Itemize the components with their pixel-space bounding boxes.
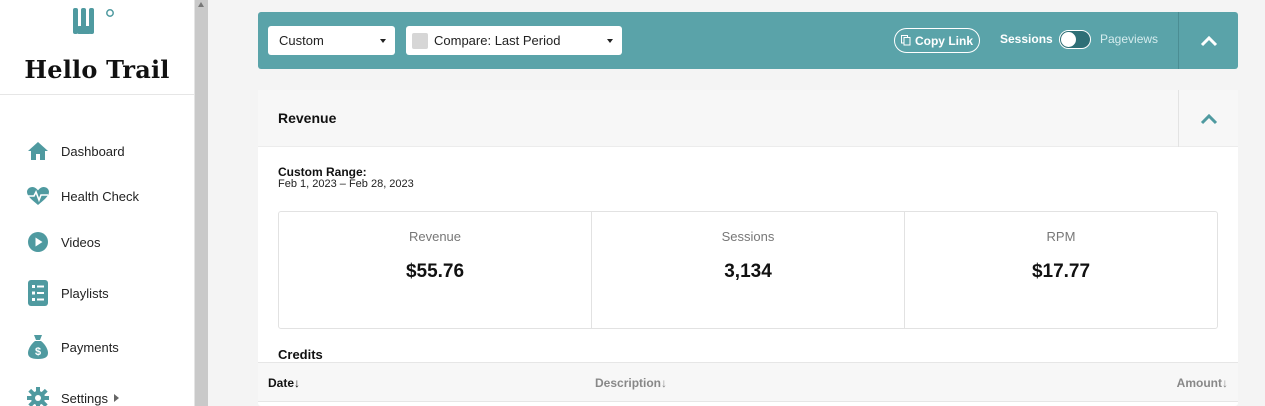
revenue-panel: Revenue Custom Range: Feb 1, 2023 – Feb …	[258, 90, 1238, 406]
stat-value: 3,134	[724, 261, 772, 282]
toggle-label-sessions: Sessions	[1000, 32, 1053, 46]
scroll-up-icon[interactable]	[198, 2, 204, 7]
caret-right-icon	[113, 394, 119, 402]
compare-color-swatch	[412, 32, 428, 49]
range-label: Custom Range:	[278, 165, 367, 179]
toggle-label-pageviews: Pageviews	[1100, 32, 1159, 46]
logo-area: Hello Trail	[0, 0, 194, 95]
panel-title: Revenue	[278, 110, 337, 126]
stats-summary: Revenue $55.76 Sessions 3,134 RPM $17.77	[278, 211, 1218, 329]
stat-revenue: Revenue $55.76	[279, 212, 592, 328]
chevron-up-icon	[1200, 35, 1217, 46]
sidebar-item-videos[interactable]: Videos	[26, 227, 101, 257]
credits-table-header: Date↓ Description↓ Amount↓	[258, 362, 1238, 402]
logo-icon	[73, 8, 114, 34]
compare-select-value: Compare: Last Period	[434, 33, 561, 48]
stat-label: RPM	[1046, 229, 1076, 244]
sidebar-item-settings[interactable]: Settings	[26, 383, 119, 406]
sidebar-item-label: Settings	[61, 390, 108, 406]
sidebar-item-payments[interactable]: $ Payments	[26, 332, 119, 362]
date-range-select[interactable]: Custom	[268, 26, 395, 55]
copy-link-label: Copy Link	[914, 33, 973, 48]
main-content: Custom Compare: Last Period Copy Link Se…	[208, 0, 1265, 406]
sidebar-item-label: Dashboard	[61, 143, 125, 159]
sidebar-item-dashboard[interactable]: Dashboard	[26, 136, 125, 166]
chevron-up-icon	[1200, 113, 1217, 124]
stat-value: $17.77	[1031, 261, 1091, 282]
gear-icon	[26, 386, 50, 406]
panel-header: Revenue	[258, 90, 1238, 147]
panel-collapse-button[interactable]	[1179, 90, 1238, 147]
stat-sessions: Sessions 3,134	[592, 212, 905, 328]
stat-label: Revenue	[408, 229, 462, 244]
compare-select[interactable]: Compare: Last Period	[406, 26, 622, 55]
toolbar-collapse-button[interactable]	[1179, 12, 1238, 69]
date-range-select-value: Custom	[279, 33, 324, 48]
sidebar-item-label: Payments	[61, 339, 119, 355]
play-circle-icon	[26, 230, 50, 254]
column-header-amount[interactable]: Amount↓	[1177, 376, 1228, 390]
dropdown-arrow-icon	[380, 39, 386, 43]
svg-text:$: $	[35, 346, 41, 358]
stat-label: Sessions	[721, 229, 775, 244]
list-icon	[26, 280, 50, 306]
toggle-knob	[1061, 32, 1076, 47]
stat-rpm: RPM $17.77	[905, 212, 1217, 328]
sidebar-item-health-check[interactable]: Health Check	[26, 181, 139, 211]
filter-toolbar: Custom Compare: Last Period Copy Link Se…	[258, 12, 1238, 69]
brand-name: Hello Trail	[24, 55, 170, 84]
money-bag-icon: $	[26, 335, 50, 359]
column-header-description[interactable]: Description↓	[595, 376, 667, 390]
sidebar: Hello Trail Dashboard Health Check Video…	[0, 0, 195, 406]
heartbeat-icon	[26, 184, 50, 208]
sidebar-item-label: Videos	[61, 234, 101, 250]
copy-icon	[900, 35, 911, 46]
sessions-pageviews-toggle[interactable]	[1059, 30, 1091, 49]
column-header-date[interactable]: Date↓	[268, 376, 300, 390]
credits-title: Credits	[278, 347, 323, 362]
copy-link-button[interactable]: Copy Link	[894, 28, 980, 53]
home-icon	[26, 139, 50, 163]
range-value: Feb 1, 2023 – Feb 28, 2023	[278, 178, 414, 190]
sidebar-scrollbar[interactable]	[195, 0, 208, 406]
sidebar-item-playlists[interactable]: Playlists	[26, 278, 109, 308]
sidebar-item-label: Health Check	[61, 188, 140, 204]
stat-value: $55.76	[405, 261, 465, 282]
sidebar-item-label: Playlists	[61, 285, 109, 301]
dropdown-arrow-icon	[607, 39, 613, 43]
